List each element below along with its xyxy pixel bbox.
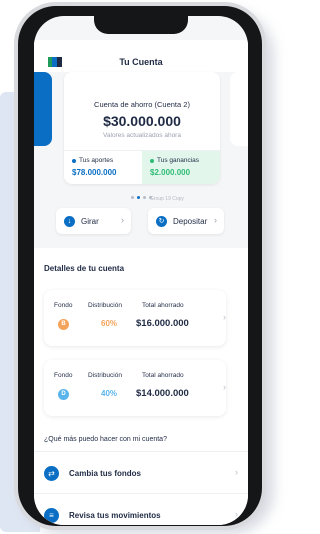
previous-account-card[interactable] bbox=[34, 72, 52, 146]
fund-distribution: 60% bbox=[101, 319, 118, 328]
change-funds-item[interactable]: ⇄ Cambia tus fondos › bbox=[34, 456, 248, 490]
earnings-block: Tus ganancias $2.000.000 bbox=[142, 151, 220, 184]
chevron-right-icon: › bbox=[235, 509, 238, 519]
deposit-label: Depositar bbox=[173, 216, 208, 226]
account-balance: $30.000.000 bbox=[103, 113, 181, 129]
contributions-dot-icon bbox=[72, 158, 76, 163]
earnings-dot-icon bbox=[150, 158, 154, 163]
withdraw-button[interactable]: ↓ Girar › bbox=[56, 208, 131, 234]
total-column-header: Total ahorrado bbox=[142, 302, 184, 309]
chevron-right-icon: › bbox=[121, 215, 124, 225]
distribution-column-header: Distribución bbox=[88, 372, 122, 379]
fund-card-b[interactable]: Fondo Distribución Total ahorrado B 60% … bbox=[44, 290, 226, 346]
fund-badge: D bbox=[58, 389, 69, 400]
next-account-card[interactable] bbox=[230, 72, 248, 146]
swap-icon: ⇄ bbox=[44, 465, 59, 481]
phone-notch bbox=[94, 16, 188, 34]
chevron-right-icon: › bbox=[235, 467, 238, 477]
chevron-right-icon: › bbox=[223, 382, 226, 392]
fund-total: $16.000.000 bbox=[136, 318, 189, 329]
fund-badge: B bbox=[58, 319, 69, 330]
distribution-column-header: Distribución bbox=[88, 302, 122, 309]
app-header: Tu Cuenta bbox=[34, 40, 248, 72]
deposit-button[interactable]: ↻ Depositar › bbox=[148, 208, 224, 234]
divider bbox=[34, 451, 248, 452]
account-breakdown: Tus aportes $78.000.000 Tus ganancias $2… bbox=[64, 150, 220, 184]
fund-total: $14.000.000 bbox=[136, 388, 189, 399]
change-funds-label: Cambia tus fondos bbox=[69, 468, 142, 478]
earnings-value: $2.000.000 bbox=[150, 168, 191, 177]
divider bbox=[34, 493, 248, 494]
pager-dot-active[interactable] bbox=[136, 196, 140, 199]
fund-distribution: 40% bbox=[101, 389, 118, 398]
group-label: Group 19 Copy bbox=[150, 196, 184, 202]
balance-update-note: Valores actualizados ahora bbox=[103, 132, 181, 139]
contributions-value: $78.000.000 bbox=[72, 168, 117, 177]
chevron-right-icon: › bbox=[214, 215, 217, 225]
withdraw-label: Girar bbox=[81, 216, 99, 226]
details-title: Detalles de tu cuenta bbox=[44, 264, 125, 273]
contributions-block: Tus aportes $78.000.000 bbox=[64, 151, 142, 184]
account-card[interactable]: Cuenta de ahorro (Cuenta 2) $30.000.000 … bbox=[64, 72, 220, 184]
account-details-section: Detalles de tu cuenta Fondo Distribución… bbox=[34, 248, 248, 525]
deposit-icon: ↻ bbox=[156, 215, 167, 227]
pager-dot[interactable] bbox=[130, 196, 134, 199]
view-transactions-item[interactable]: ≡ Revisa tus movimientos › bbox=[34, 498, 248, 525]
chevron-right-icon: › bbox=[223, 312, 226, 322]
account-name: Cuenta de ahorro (Cuenta 2) bbox=[94, 100, 190, 109]
earnings-label: Tus ganancias bbox=[157, 157, 200, 164]
fund-column-header: Fondo bbox=[54, 302, 73, 309]
carousel-pager[interactable] bbox=[34, 186, 248, 204]
view-transactions-label: Revisa tus movimientos bbox=[69, 510, 161, 520]
document-icon: ≡ bbox=[44, 507, 59, 523]
more-options-question: ¿Qué más puedo hacer con mi cuenta? bbox=[44, 436, 167, 443]
fund-column-header: Fondo bbox=[54, 372, 73, 379]
pager-dot[interactable] bbox=[142, 196, 146, 199]
withdraw-arrow-icon: ↓ bbox=[64, 215, 75, 227]
contributions-label: Tus aportes bbox=[79, 157, 114, 164]
page-title: Tu Cuenta bbox=[119, 57, 163, 67]
app-screen: Tu Cuenta Cuenta de ahorro (Cuenta 2) $3… bbox=[34, 16, 248, 525]
fund-card-d[interactable]: Fondo Distribución Total ahorrado D 40% … bbox=[44, 360, 226, 416]
total-column-header: Total ahorrado bbox=[142, 372, 184, 379]
